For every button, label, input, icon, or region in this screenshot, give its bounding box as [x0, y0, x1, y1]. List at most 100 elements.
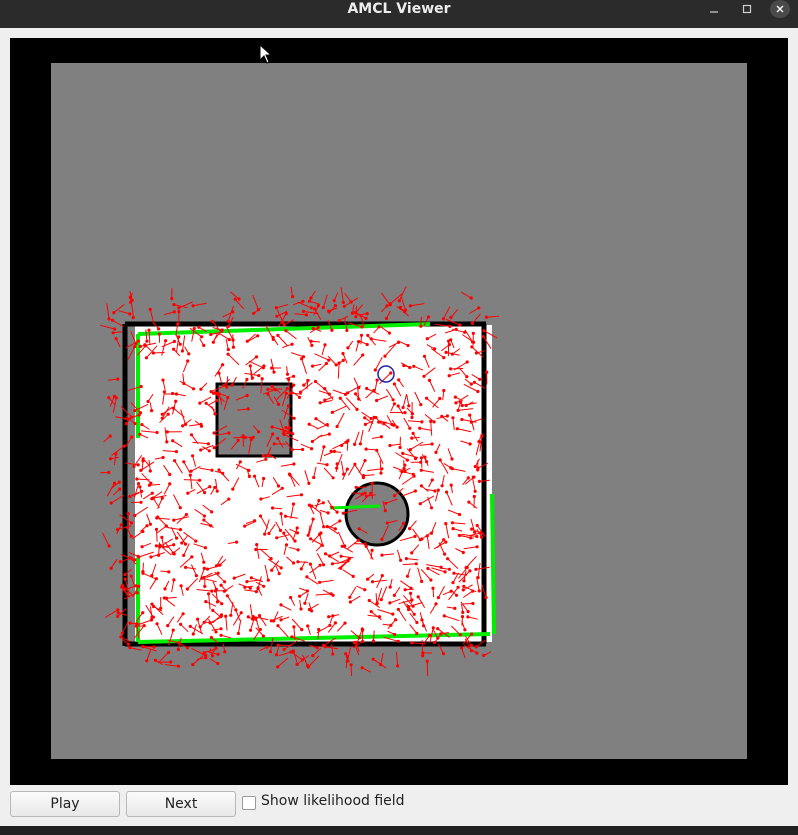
- particle-dot: [330, 562, 334, 566]
- particle-dot: [116, 614, 120, 619]
- particle-dot: [224, 614, 228, 618]
- particle-dot: [419, 468, 423, 472]
- particle-dot: [300, 628, 304, 632]
- particle-dot: [273, 388, 277, 392]
- particle-dot: [346, 346, 350, 350]
- particle: [183, 479, 200, 481]
- particle-dot: [123, 573, 127, 577]
- particle-dot: [213, 412, 217, 416]
- particle-dot: [310, 447, 314, 451]
- particle-dot: [418, 502, 422, 506]
- particle-dot: [301, 309, 306, 313]
- particle-dot: [286, 404, 290, 408]
- particle-dot: [354, 640, 358, 644]
- particle-dot: [107, 470, 111, 474]
- next-button[interactable]: Next: [126, 791, 236, 817]
- particle-dot: [307, 299, 312, 303]
- free-space: [135, 325, 492, 642]
- particle-dot: [162, 390, 166, 394]
- particle-dot: [475, 545, 479, 549]
- particle-dot: [185, 587, 189, 591]
- particle-dot: [377, 615, 382, 619]
- particle-dot: [448, 324, 452, 328]
- particle-dot: [353, 442, 357, 446]
- particle-dot: [301, 447, 305, 452]
- particle-dot: [178, 342, 182, 346]
- particle-dot: [338, 396, 342, 400]
- particle-dot: [119, 523, 123, 527]
- particle-dot: [431, 586, 435, 590]
- particle-dot: [309, 296, 313, 300]
- particle-dot: [413, 489, 417, 493]
- particle-dot: [327, 358, 331, 362]
- particle-dot: [198, 478, 202, 482]
- particle-dot: [239, 611, 243, 615]
- particle-dot: [399, 558, 403, 562]
- particle-dot: [388, 303, 392, 307]
- amcl-map-canvas[interactable]: [10, 38, 788, 785]
- particle-dot: [471, 340, 475, 344]
- particle-dot: [215, 489, 219, 493]
- particle-dot: [460, 417, 464, 422]
- particle-dot: [215, 398, 219, 402]
- particle-dot: [182, 460, 186, 464]
- maximize-icon[interactable]: [735, 0, 759, 18]
- particle-dot: [279, 603, 283, 607]
- particle-dot: [375, 378, 379, 382]
- particle-dot: [327, 432, 331, 436]
- particle-dot: [433, 640, 437, 645]
- particle-dot: [202, 343, 206, 347]
- particle-dot: [410, 415, 414, 420]
- particle-dot: [247, 474, 251, 478]
- particle-dot: [365, 386, 369, 391]
- particle-dot: [145, 339, 149, 343]
- particle-dot: [444, 540, 448, 544]
- particle-dot: [194, 574, 198, 578]
- particle-dot: [477, 306, 481, 310]
- close-icon[interactable]: [770, 0, 790, 18]
- particle-dot: [380, 553, 384, 557]
- particle-dot: [123, 577, 127, 581]
- particle-dot: [433, 347, 437, 351]
- likelihood-checkbox[interactable]: [242, 796, 256, 810]
- particle-dot: [367, 598, 371, 603]
- particle-dot: [326, 511, 330, 515]
- particle-dot: [462, 584, 466, 589]
- particle-dot: [205, 567, 209, 571]
- particle-dot: [363, 491, 367, 495]
- particle-dot: [260, 377, 264, 381]
- particle-dot: [184, 565, 188, 570]
- particle-dot: [333, 304, 337, 308]
- particle-dot: [357, 636, 361, 640]
- particle-dot: [148, 307, 152, 311]
- particle-dot: [183, 542, 188, 546]
- particle-dot: [427, 378, 432, 382]
- particle-dot: [263, 532, 267, 536]
- particle-dot: [300, 658, 304, 662]
- particle-dot: [261, 454, 265, 458]
- play-button[interactable]: Play: [10, 791, 120, 817]
- particle-dot: [403, 310, 407, 314]
- particle-dot: [133, 345, 137, 349]
- particle-dot: [323, 645, 327, 649]
- particle-dot: [389, 371, 393, 375]
- particle-dot: [337, 319, 341, 323]
- particle-dot: [214, 630, 218, 634]
- particle-dot: [351, 574, 355, 579]
- particle-dot: [467, 500, 471, 504]
- particle-dot: [191, 304, 195, 308]
- particle-dot: [126, 512, 130, 516]
- particle-dot: [107, 396, 111, 400]
- particle-dot: [134, 342, 138, 346]
- particle-dot: [291, 502, 296, 506]
- particle-dot: [210, 510, 214, 514]
- particle-dot: [361, 353, 365, 357]
- particle-dot: [355, 407, 359, 411]
- minimize-icon[interactable]: [702, 0, 726, 18]
- particle-dot: [145, 659, 149, 663]
- particle-dot: [363, 416, 367, 420]
- particle-dot: [290, 635, 294, 639]
- particle-dot: [184, 512, 188, 517]
- particle-dot: [306, 665, 310, 669]
- particle-dot: [138, 485, 142, 489]
